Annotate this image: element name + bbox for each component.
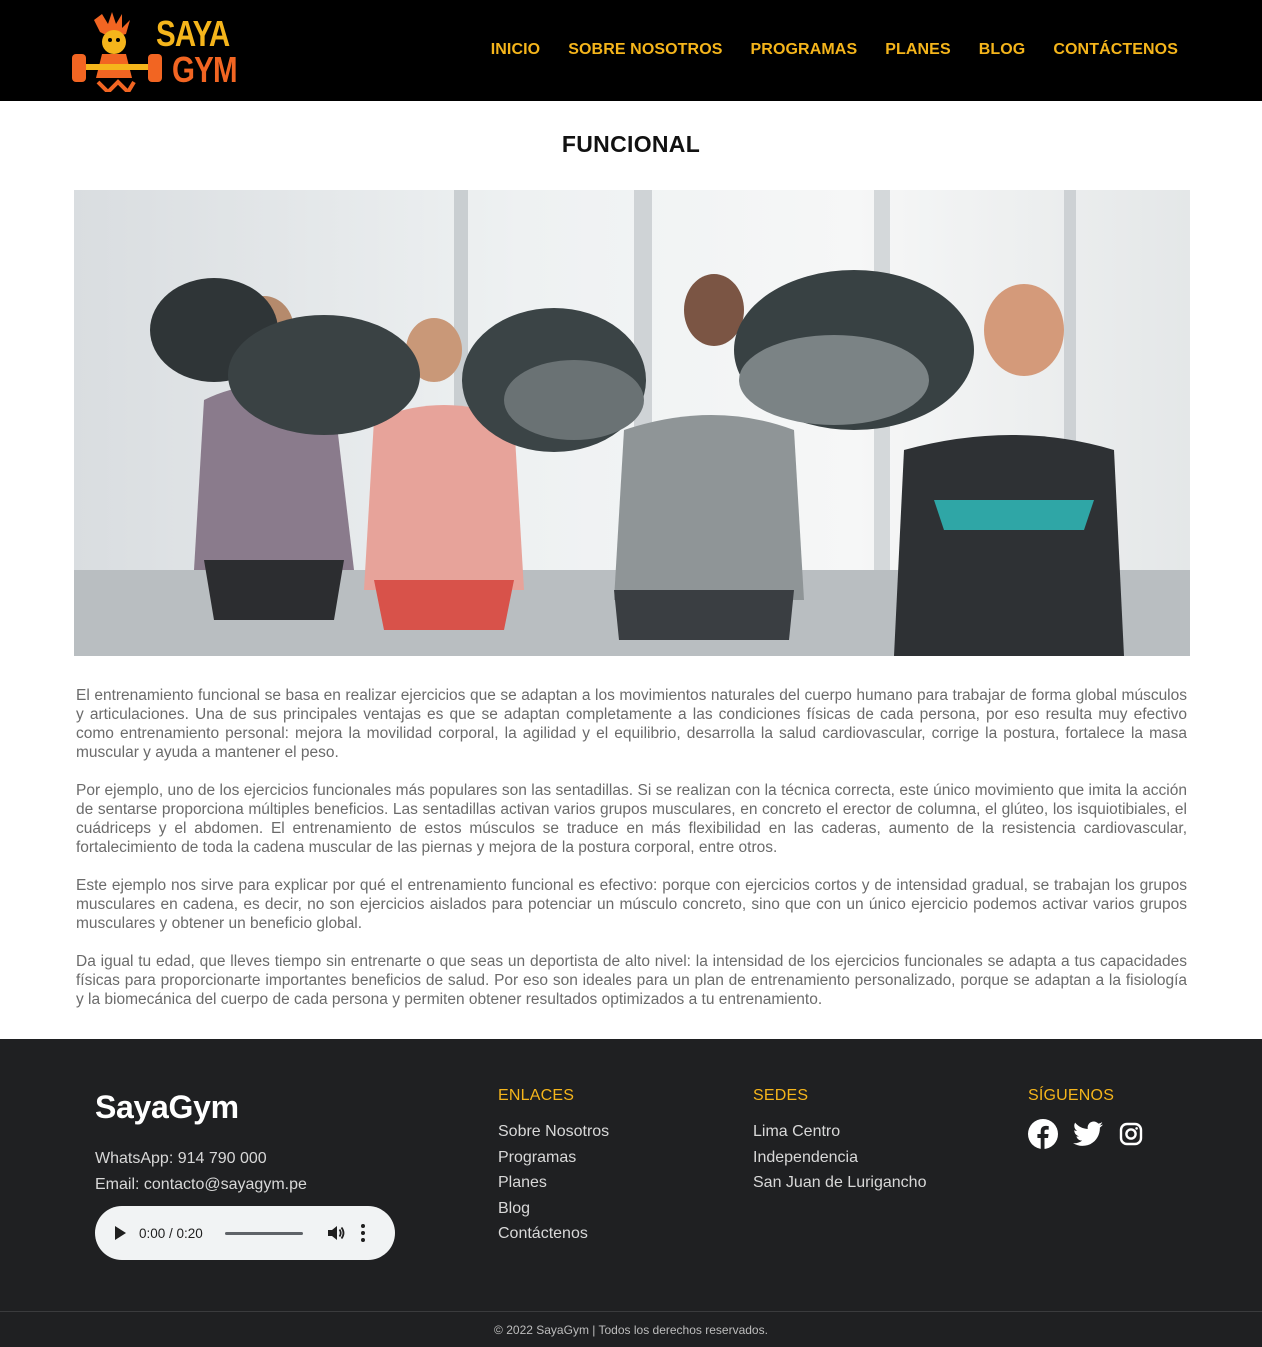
- logo-line-saya: SAYA: [156, 13, 230, 54]
- footer-link-planes[interactable]: Planes: [498, 1170, 609, 1196]
- footer-contact: WhatsApp: 914 790 000 Email: contacto@sa…: [95, 1146, 307, 1198]
- location-san-juan-de-lurigancho[interactable]: San Juan de Lurigancho: [753, 1170, 926, 1196]
- hero-illustration: [74, 190, 1190, 656]
- footer-social-heading: SÍGUENOS: [1028, 1087, 1115, 1104]
- audio-seek-bar[interactable]: [224, 1231, 303, 1235]
- footer-link-sobre-nosotros[interactable]: Sobre Nosotros: [498, 1119, 609, 1145]
- nav-planes[interactable]: PLANES: [885, 41, 951, 59]
- site-footer: SayaGym WhatsApp: 914 790 000 Email: con…: [0, 1039, 1262, 1347]
- audio-player: 0:00 / 0:20: [95, 1206, 395, 1260]
- logo-wordmark: SAYA GYM: [156, 16, 251, 88]
- footer-brand: SayaGym: [95, 1089, 239, 1125]
- contact-email: Email: contacto@sayagym.pe: [95, 1176, 307, 1193]
- footer-social-column: SÍGUENOS: [1028, 1087, 1144, 1154]
- volume-icon[interactable]: [327, 1225, 345, 1241]
- nav-inicio[interactable]: INICIO: [491, 41, 541, 59]
- hero-image: [74, 190, 1190, 656]
- footer-link-contactenos[interactable]: Contáctenos: [498, 1221, 609, 1247]
- article-paragraph: El entrenamiento funcional se basa en re…: [76, 687, 1187, 761]
- nav-contactenos[interactable]: CONTÁCTENOS: [1053, 41, 1178, 59]
- article-paragraph: Este ejemplo nos sirve para explicar por…: [76, 877, 1187, 932]
- site-header: SAYA GYM INICIO SOBRE NOSOTROS PROGRAMAS…: [0, 0, 1262, 101]
- copyright-text: © 2022 SayaGym | Todos los derechos rese…: [494, 1323, 768, 1337]
- footer-link-blog[interactable]: Blog: [498, 1196, 609, 1222]
- more-options-icon[interactable]: [360, 1224, 365, 1242]
- footer-divider: [0, 1311, 1262, 1312]
- instagram-icon[interactable]: [1118, 1121, 1144, 1152]
- play-icon[interactable]: [115, 1226, 126, 1240]
- location-independencia[interactable]: Independencia: [753, 1145, 926, 1171]
- nav-sobre-nosotros[interactable]: SOBRE NOSOTROS: [568, 41, 722, 59]
- footer-links-heading: ENLACES: [498, 1087, 575, 1104]
- social-links: [1028, 1119, 1144, 1154]
- main-nav: INICIO SOBRE NOSOTROS PROGRAMAS PLANES B…: [491, 41, 1178, 59]
- facebook-icon[interactable]: [1028, 1119, 1058, 1154]
- twitter-icon[interactable]: [1073, 1121, 1103, 1152]
- location-lima-centro[interactable]: Lima Centro: [753, 1119, 926, 1145]
- article-paragraph: Da igual tu edad, que lleves tiempo sin …: [76, 953, 1187, 1008]
- whatsapp-number: WhatsApp: 914 790 000: [95, 1150, 267, 1167]
- site-logo[interactable]: SAYA GYM: [72, 8, 240, 92]
- article-body: El entrenamiento funcional se basa en re…: [76, 686, 1187, 1028]
- article-paragraph: Por ejemplo, uno de los ejercicios funci…: [76, 782, 1187, 856]
- nav-programas[interactable]: PROGRAMAS: [751, 41, 858, 59]
- nav-blog[interactable]: BLOG: [979, 41, 1026, 59]
- audio-time: 0:00 / 0:20: [139, 1225, 203, 1241]
- page-title: FUNCIONAL: [561, 131, 701, 157]
- logo-line-gym: GYM: [172, 49, 238, 90]
- footer-link-programas[interactable]: Programas: [498, 1145, 609, 1171]
- footer-links-column: ENLACES Sobre Nosotros Programas Planes …: [498, 1087, 609, 1247]
- footer-locations-column: SEDES Lima Centro Independencia San Juan…: [753, 1087, 926, 1196]
- weightlifter-emblem-icon: [72, 12, 162, 92]
- footer-locations-heading: SEDES: [753, 1087, 809, 1104]
